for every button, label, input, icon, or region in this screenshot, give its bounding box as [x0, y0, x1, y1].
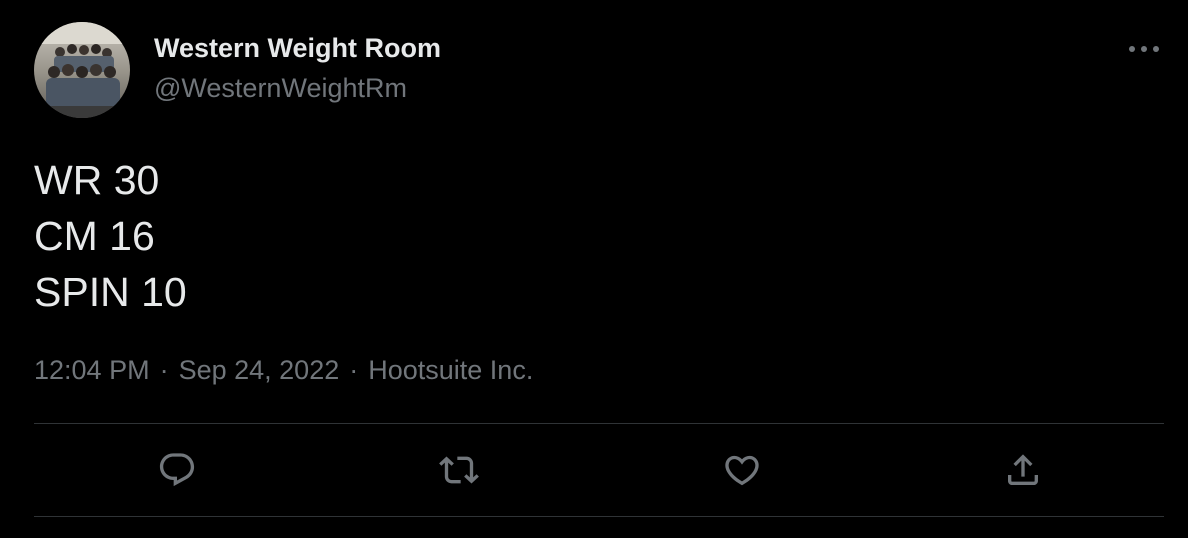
group-photo-avatar-icon — [34, 22, 130, 118]
reply-icon — [159, 453, 195, 487]
share-icon — [1008, 454, 1038, 485]
heart-icon — [725, 455, 759, 486]
meta-separator: · — [159, 355, 169, 385]
more-options-button[interactable] — [1124, 34, 1164, 64]
tweet-line: CM 16 — [34, 213, 155, 259]
retweet-button[interactable] — [437, 448, 481, 492]
tweet-date[interactable]: Sep 24, 2022 — [179, 355, 340, 385]
more-options-icon — [1129, 46, 1159, 52]
author-display-name[interactable]: Western Weight Room — [154, 32, 441, 64]
like-button[interactable] — [720, 448, 764, 492]
tweet-time[interactable]: 12:04 PM — [34, 355, 150, 385]
divider — [34, 423, 1164, 424]
share-button[interactable] — [1001, 448, 1045, 492]
tweet-text: WR 30 CM 16 SPIN 10 — [34, 152, 187, 320]
tweet-metadata: 12:04 PM · Sep 24, 2022 · Hootsuite Inc. — [34, 352, 533, 388]
tweet-line: WR 30 — [34, 157, 160, 203]
tweet-source[interactable]: Hootsuite Inc. — [368, 355, 533, 385]
author-handle[interactable]: @WesternWeightRm — [154, 72, 407, 104]
reply-button[interactable] — [155, 448, 199, 492]
avatar[interactable] — [34, 22, 130, 118]
retweet-icon — [439, 456, 479, 484]
tweet-line: SPIN 10 — [34, 269, 187, 315]
meta-separator: · — [349, 355, 359, 385]
divider — [34, 516, 1164, 517]
